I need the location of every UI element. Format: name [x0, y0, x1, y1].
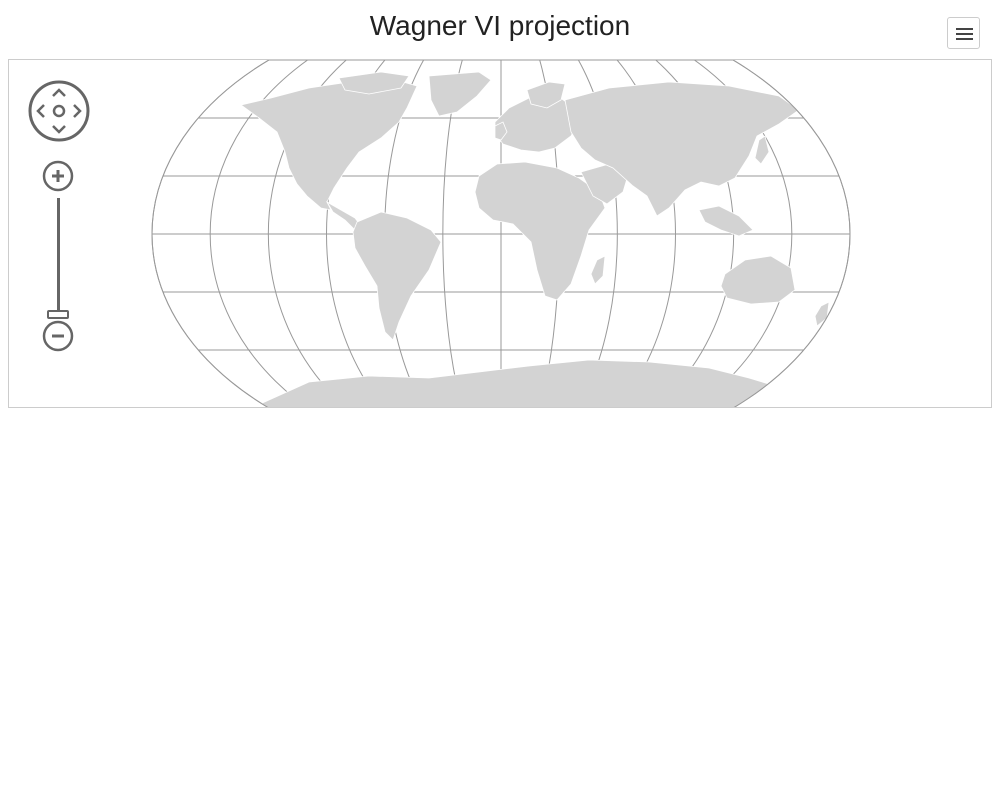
south-america: [352, 211, 442, 341]
zoom-out-button[interactable]: [42, 320, 74, 352]
menu-button[interactable]: [947, 17, 980, 49]
world-map[interactable]: [9, 60, 992, 408]
pan-navigation-icon: [28, 80, 90, 142]
zoom-in-icon: [42, 160, 74, 192]
zoom-slider-handle[interactable]: [47, 310, 69, 319]
zoom-slider-track[interactable]: [57, 198, 60, 312]
southeast-asia-islands: [698, 205, 754, 237]
africa: [474, 161, 606, 301]
map-frame[interactable]: [8, 59, 992, 408]
land-layer: [240, 71, 830, 407]
zoom-in-button[interactable]: [42, 160, 74, 192]
new-zealand: [814, 301, 830, 327]
north-america: [240, 77, 418, 211]
pan-control[interactable]: [27, 79, 91, 143]
zoom-out-icon: [42, 320, 74, 352]
page-title: Wagner VI projection: [369, 10, 631, 41]
antarctica: [248, 359, 811, 407]
madagascar: [590, 255, 606, 285]
greenland: [428, 71, 492, 117]
hamburger-menu-icon: [956, 28, 973, 40]
